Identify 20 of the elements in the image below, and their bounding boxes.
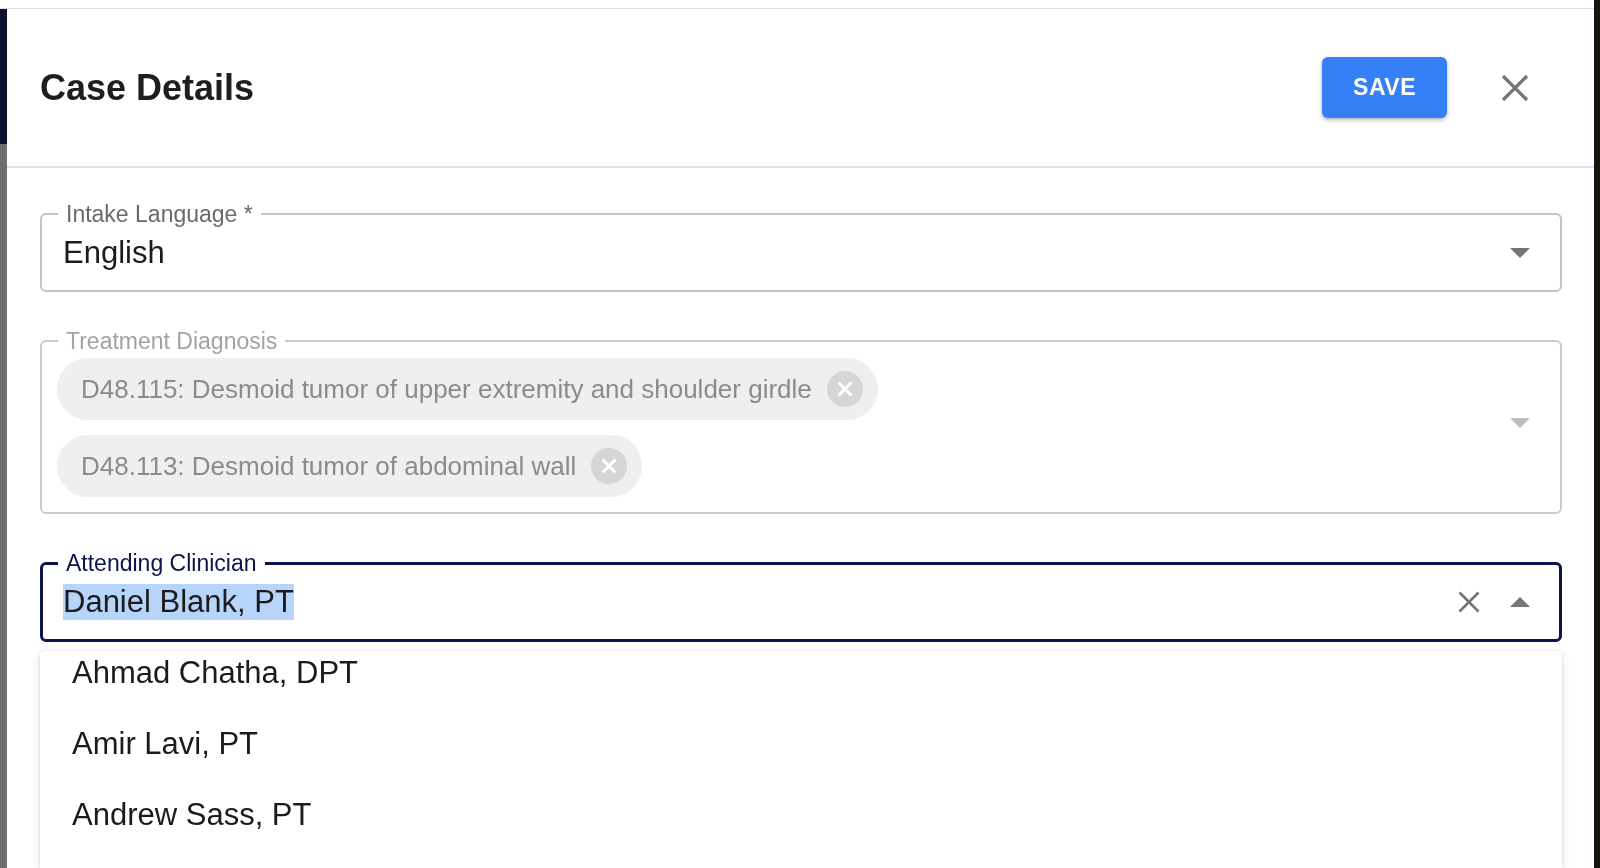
field-value: English [63, 235, 165, 271]
select-field[interactable]: Intake Language * English [40, 201, 1562, 292]
field-label: Intake Language * [65, 201, 254, 227]
field-value: Daniel Blank, PT [63, 584, 294, 620]
tag-label: D48.113: Desmoid tumor of abdominal wall [81, 449, 577, 483]
save-button[interactable]: SAVE [1322, 57, 1447, 118]
caret-down-icon[interactable] [1510, 248, 1530, 258]
field-label: Treatment Diagnosis [65, 328, 279, 354]
dropdown-option[interactable]: Ahmad Chatha, DPT [40, 651, 1562, 708]
close-circle-icon [591, 448, 628, 484]
caret-up-icon[interactable] [1510, 597, 1530, 607]
close-icon[interactable] [1458, 591, 1480, 613]
dropdown-option[interactable]: Andrew Sass, PT [40, 779, 1562, 850]
close-icon [1501, 73, 1529, 102]
autocomplete-field[interactable]: Attending Clinician Daniel Blank, PT [40, 550, 1562, 642]
dropdown-option[interactable]: Amir Lavi, PT [40, 708, 1562, 779]
dialog-title: Case Details [40, 65, 256, 110]
tag-label: D48.115: Desmoid tumor of upper extremity and shoulder girdle [81, 372, 812, 406]
field-label: Attending Clinician [65, 550, 258, 576]
close-circle-icon [826, 371, 863, 407]
